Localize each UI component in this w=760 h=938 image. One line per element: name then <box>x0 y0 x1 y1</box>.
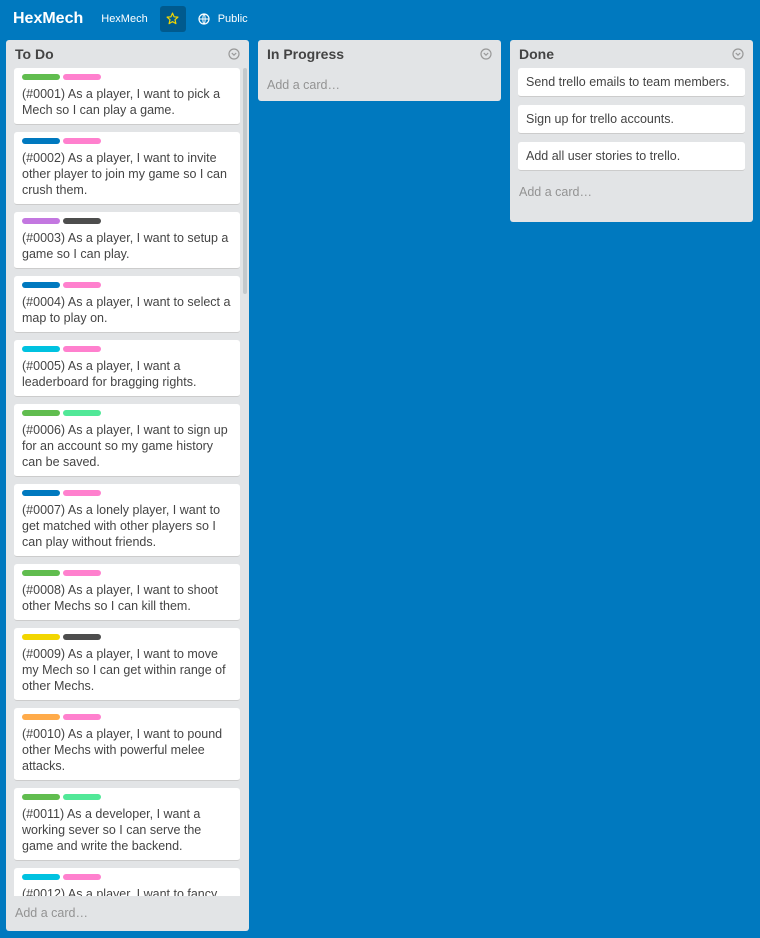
board-header: HexMech HexMech Public <box>0 0 760 37</box>
card[interactable]: (#0012) As a player, I want to fancy <box>14 868 240 896</box>
card-title: (#0009) As a player, I want to move my M… <box>22 647 226 693</box>
card[interactable]: Add all user stories to trello. <box>518 142 745 171</box>
card-title: (#0002) As a player, I want to invite ot… <box>22 151 227 197</box>
card-title: Sign up for trello accounts. <box>526 112 674 126</box>
list-header: Done <box>510 40 753 68</box>
star-icon <box>166 12 179 25</box>
org-link[interactable]: HexMech <box>101 13 147 25</box>
card-title: Add all user stories to trello. <box>526 149 681 163</box>
label-pink <box>63 874 101 880</box>
card-labels <box>22 218 232 224</box>
card-labels <box>22 346 232 352</box>
label-pink <box>63 74 101 80</box>
board-title[interactable]: HexMech <box>13 10 83 28</box>
label-black <box>63 634 101 640</box>
globe-icon <box>198 12 210 25</box>
card[interactable]: (#0006) As a player, I want to sign up f… <box>14 404 240 477</box>
label-purple <box>22 218 60 224</box>
card[interactable]: (#0009) As a player, I want to move my M… <box>14 628 240 701</box>
card-title: (#0005) As a player, I want a leaderboar… <box>22 359 197 389</box>
card-title: Send trello emails to team members. <box>526 75 730 89</box>
label-green <box>22 794 60 800</box>
card-title: (#0004) As a player, I want to select a … <box>22 295 231 325</box>
card-title: (#0012) As a player, I want to fancy <box>22 887 218 896</box>
label-lime <box>63 794 101 800</box>
label-blue <box>22 138 60 144</box>
visibility-label: Public <box>217 12 248 25</box>
label-black <box>63 218 101 224</box>
card[interactable]: (#0005) As a player, I want a leaderboar… <box>14 340 240 397</box>
card-title: (#0006) As a player, I want to sign up f… <box>22 423 228 469</box>
card[interactable]: (#0001) As a player, I want to pick a Me… <box>14 68 240 125</box>
add-card-button[interactable]: Add a card… <box>258 68 501 100</box>
list-header: In Progress <box>258 40 501 68</box>
card-title: (#0003) As a player, I want to setup a g… <box>22 231 229 261</box>
card-labels <box>22 410 232 416</box>
visibility-button[interactable]: Public <box>198 13 248 25</box>
label-pink <box>63 282 101 288</box>
card[interactable]: (#0003) As a player, I want to setup a g… <box>14 212 240 269</box>
chevron-down-icon[interactable] <box>228 48 240 60</box>
list-header: To Do <box>6 40 249 68</box>
card[interactable]: Sign up for trello accounts. <box>518 105 745 134</box>
label-yellow <box>22 634 60 640</box>
chevron-down-icon[interactable] <box>732 48 744 60</box>
card[interactable]: (#0007) As a lonely player, I want to ge… <box>14 484 240 557</box>
add-card-button[interactable]: Add a card… <box>510 179 753 207</box>
label-pink <box>63 490 101 496</box>
scrollbar[interactable] <box>243 68 247 294</box>
card[interactable]: (#0002) As a player, I want to invite ot… <box>14 132 240 205</box>
card[interactable]: (#0008) As a player, I want to shoot oth… <box>14 564 240 621</box>
label-lime <box>63 410 101 416</box>
label-pink <box>63 346 101 352</box>
card-title: (#0008) As a player, I want to shoot oth… <box>22 583 218 613</box>
add-card-button[interactable]: Add a card… <box>6 900 249 931</box>
card-labels <box>22 874 232 880</box>
card-labels <box>22 74 232 80</box>
label-sky <box>22 874 60 880</box>
card-labels <box>22 794 232 800</box>
list-title[interactable]: In Progress <box>267 46 344 62</box>
cards-container: (#0001) As a player, I want to pick a Me… <box>6 68 249 896</box>
card-title: (#0010) As a player, I want to pound oth… <box>22 727 223 773</box>
card[interactable]: (#0004) As a player, I want to select a … <box>14 276 240 333</box>
list-title[interactable]: To Do <box>15 46 54 62</box>
list-in-progress: In Progress Add a card… <box>258 40 501 101</box>
card-labels <box>22 634 232 640</box>
card[interactable]: (#0010) As a player, I want to pound oth… <box>14 708 240 781</box>
card-labels <box>22 138 232 144</box>
list-todo: To Do (#0001) As a player, I want to pic… <box>6 40 249 931</box>
label-pink <box>63 714 101 720</box>
card-labels <box>22 570 232 576</box>
card-title: (#0001) As a player, I want to pick a Me… <box>22 87 221 117</box>
card-labels <box>22 490 232 496</box>
label-pink <box>63 570 101 576</box>
card-labels <box>22 714 232 720</box>
list-done: Done Send trello emails to team members.… <box>510 40 753 222</box>
label-blue <box>22 282 60 288</box>
card-title: (#0007) As a lonely player, I want to ge… <box>22 503 221 549</box>
card[interactable]: Send trello emails to team members. <box>518 68 745 97</box>
label-green <box>22 410 60 416</box>
label-blue <box>22 490 60 496</box>
card-labels <box>22 282 232 288</box>
label-sky <box>22 346 60 352</box>
label-green <box>22 74 60 80</box>
star-button[interactable] <box>159 5 186 32</box>
label-green <box>22 570 60 576</box>
list-title[interactable]: Done <box>519 46 554 62</box>
label-pink <box>63 138 101 144</box>
card[interactable]: (#0011) As a developer, I want a working… <box>14 788 240 861</box>
card-title: (#0011) As a developer, I want a working… <box>22 807 202 853</box>
label-orange <box>22 714 60 720</box>
chevron-down-icon[interactable] <box>480 48 492 60</box>
